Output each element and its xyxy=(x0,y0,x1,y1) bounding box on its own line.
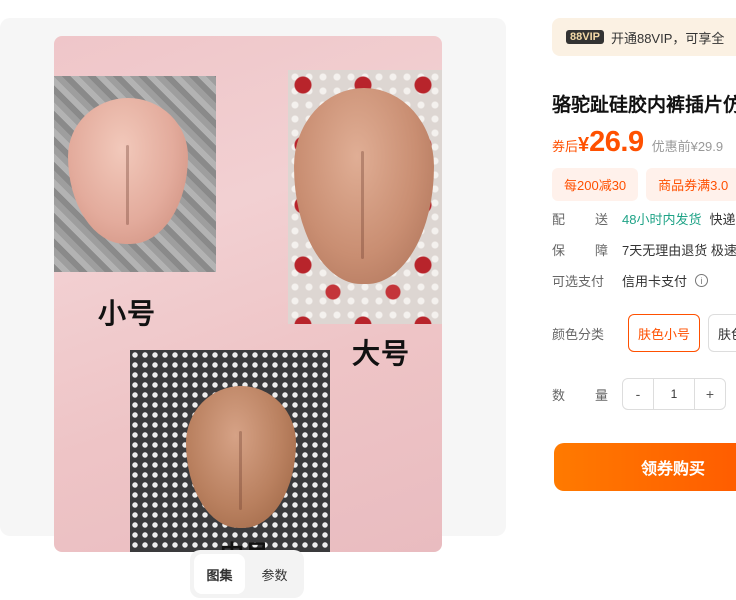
guarantee-row: 保障 7天无理由退货 极速 xyxy=(552,240,736,259)
medium-pad-shape xyxy=(186,386,296,528)
shipping-row: 配送 48小时内发货 快递 xyxy=(552,209,735,228)
quantity-stepper: - + xyxy=(622,378,726,410)
photo-small-pad xyxy=(54,76,216,272)
vip-banner[interactable]: 88VIP 开通88VIP，可享全 xyxy=(552,18,736,56)
main-product-image[interactable]: 小号 大号 中号 xyxy=(54,36,442,552)
vip-banner-text: 开通88VIP，可享全 xyxy=(610,30,725,46)
coupon-row: 每200减30 商品券满3.0 xyxy=(552,168,736,201)
info-icon[interactable]: i xyxy=(695,274,709,287)
tab-gallery[interactable]: 图集 xyxy=(194,554,245,594)
photo-large-pad xyxy=(288,70,442,324)
payment-label: 可选支付 xyxy=(552,274,605,289)
quantity-row: 数量 - + xyxy=(552,378,726,410)
sku-label: 颜色分类 xyxy=(552,326,605,342)
sku-row: 颜色分类 肤色小号 肤色 xyxy=(552,314,736,352)
label-small-size: 小号 xyxy=(98,297,157,330)
payment-method: 信用卡支付 xyxy=(622,274,688,289)
quantity-label: 数量 xyxy=(552,387,608,403)
coupon-tag[interactable]: 每200减30 xyxy=(552,168,639,201)
label-large-size: 大号 xyxy=(352,337,411,370)
coupon-tag[interactable]: 商品券满3.0 xyxy=(646,168,736,201)
buy-with-coupon-button[interactable]: 领券购买 xyxy=(554,443,736,491)
guarantee-value: 7天无理由退货 极速 xyxy=(622,243,736,258)
sku-option-selected[interactable]: 肤色小号 xyxy=(628,314,701,352)
price-row: 券后 ¥ 26.9 优惠前¥29.9 xyxy=(552,126,723,159)
guarantee-label: 保障 xyxy=(552,243,608,258)
photo-medium-pad xyxy=(130,350,330,552)
sku-option[interactable]: 肤色 xyxy=(708,314,736,352)
payment-value: 信用卡支付 i xyxy=(622,271,709,290)
payment-row: 可选支付 信用卡支付 i xyxy=(552,271,709,290)
gallery-view-tabs: 图集 参数 xyxy=(190,550,304,598)
price-currency: ¥ xyxy=(578,134,590,156)
shipping-label: 配送 xyxy=(552,212,608,227)
price-prefix: 券后 xyxy=(552,139,579,154)
original-price: 优惠前¥29.9 xyxy=(651,139,724,154)
shipping-method: 快递 xyxy=(709,212,736,227)
product-info-panel: 88VIP 开通88VIP，可享全 骆驼趾硅胶内裤插片仿 券后 ¥ 26.9 优… xyxy=(552,18,736,600)
quantity-minus-button[interactable]: - xyxy=(623,379,653,409)
quantity-input[interactable] xyxy=(653,379,695,409)
shipping-value: 48小时内发货 快递 xyxy=(622,209,735,228)
tab-params[interactable]: 参数 xyxy=(249,554,300,594)
large-pad-shape xyxy=(294,88,434,284)
gallery-panel: 小号 大号 中号 xyxy=(0,18,506,552)
small-pad-shape xyxy=(68,98,188,244)
product-title: 骆驼趾硅胶内裤插片仿 xyxy=(552,95,736,116)
shipping-time: 48小时内发货 xyxy=(622,212,702,227)
vip-badge: 88VIP xyxy=(566,30,604,44)
quantity-plus-button[interactable]: + xyxy=(695,379,725,409)
price-value: 26.9 xyxy=(589,126,644,158)
